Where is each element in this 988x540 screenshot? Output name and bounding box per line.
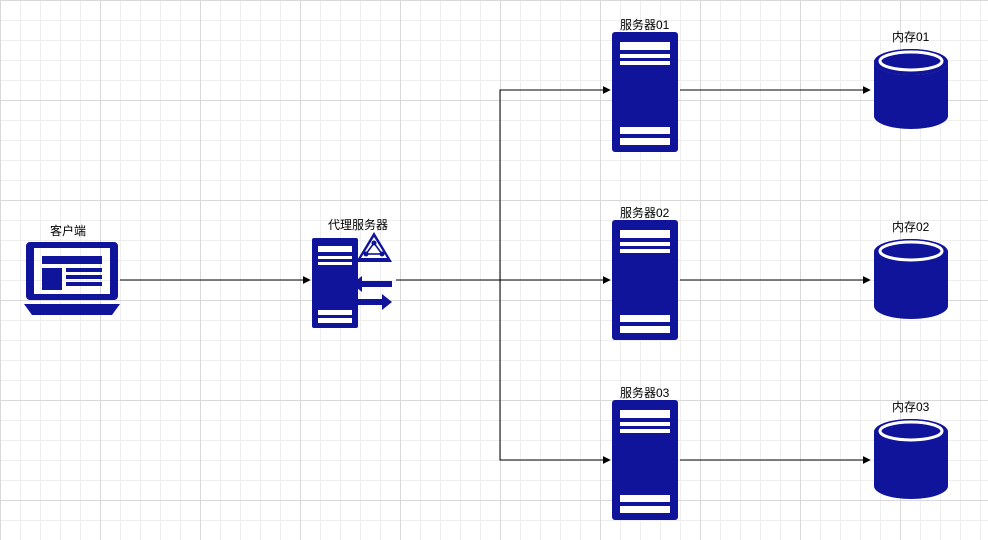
storage01-icon	[872, 48, 950, 130]
label-client: 客户端	[50, 222, 86, 239]
diagram-canvas: 客户端 代理服务器	[0, 0, 988, 540]
storage03-icon	[872, 418, 950, 500]
label-proxy: 代理服务器	[328, 216, 388, 233]
server01-icon	[612, 32, 678, 152]
label-server03: 服务器03	[620, 384, 669, 401]
label-server02: 服务器02	[620, 204, 669, 221]
label-server01: 服务器01	[620, 16, 669, 33]
edge-proxy-server03	[500, 280, 610, 460]
label-storage01: 内存01	[892, 28, 929, 45]
storage02-icon	[872, 238, 950, 320]
client-icon	[24, 238, 120, 318]
server03-icon	[612, 400, 678, 520]
proxy-icon	[312, 232, 396, 328]
label-storage03: 内存03	[892, 398, 929, 415]
server02-icon	[612, 220, 678, 340]
label-storage02: 内存02	[892, 218, 929, 235]
edge-proxy-server01	[500, 90, 610, 280]
connectors-layer	[0, 0, 988, 540]
